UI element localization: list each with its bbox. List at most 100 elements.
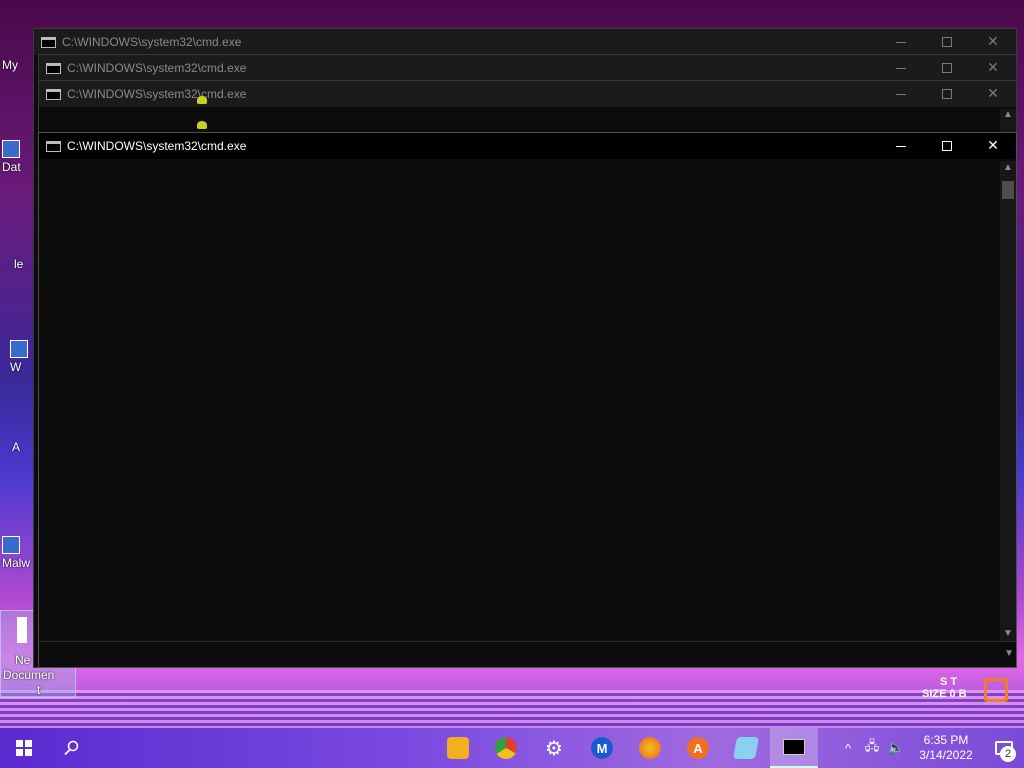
window-title: C:\WINDOWS\system32\cmd.exe bbox=[67, 87, 247, 101]
firefox-icon bbox=[639, 737, 661, 759]
console-output[interactable] bbox=[39, 161, 1000, 641]
status-line-1: S T bbox=[940, 676, 958, 688]
close-icon: ✕ bbox=[987, 138, 999, 154]
avast-icon: A bbox=[687, 737, 709, 759]
close-button[interactable]: ✕ bbox=[970, 55, 1016, 81]
window-title: C:\WINDOWS\system32\cmd.exe bbox=[67, 61, 247, 75]
close-button[interactable]: ✕ bbox=[970, 133, 1016, 159]
minimize-icon bbox=[896, 67, 906, 69]
cursor-marker-icon bbox=[197, 121, 207, 129]
network-icon[interactable]: 🖧 bbox=[860, 737, 884, 759]
desktop-icon-w[interactable]: W bbox=[10, 340, 28, 374]
scroll-up-arrow[interactable]: ▲ bbox=[1000, 109, 1016, 133]
search-icon bbox=[64, 740, 79, 756]
malwarebytes-icon: M bbox=[591, 737, 613, 759]
close-button[interactable]: ✕ bbox=[970, 29, 1016, 55]
titlebar[interactable]: C:\WINDOWS\system32\cmd.exe ✕ bbox=[34, 29, 1016, 55]
minimize-icon bbox=[896, 41, 906, 43]
maximize-button[interactable] bbox=[924, 55, 970, 81]
cmd-icon bbox=[46, 140, 61, 152]
file-explorer-icon bbox=[447, 737, 469, 759]
maximize-icon bbox=[942, 63, 952, 73]
notifications-button[interactable]: 2 bbox=[984, 728, 1024, 768]
status-line-2: SIZE 0 B bbox=[922, 688, 967, 700]
file-icon bbox=[2, 536, 20, 554]
desktop-icon-label: Dat bbox=[2, 160, 21, 174]
chevron-up-icon[interactable]: ^ bbox=[836, 741, 860, 756]
scroll-down-icon[interactable]: ▼ bbox=[1000, 627, 1016, 641]
desktop-icon-malw[interactable]: Malw bbox=[2, 536, 30, 570]
close-icon: ✕ bbox=[987, 86, 999, 102]
maximize-button[interactable] bbox=[924, 133, 970, 159]
document-icon bbox=[17, 617, 27, 643]
taskbar-file-explorer[interactable] bbox=[434, 728, 482, 768]
cmd-icon bbox=[46, 62, 61, 74]
scroll-thumb[interactable] bbox=[1002, 181, 1014, 199]
maximize-button[interactable] bbox=[924, 29, 970, 55]
windows-logo-icon bbox=[16, 740, 32, 756]
titlebar[interactable]: C:\WINDOWS\system32\cmd.exe ✕ bbox=[39, 133, 1016, 159]
desktop-icon-label: My bbox=[2, 58, 18, 72]
desktop-icon-label: W bbox=[10, 360, 22, 374]
maximize-icon bbox=[942, 89, 952, 99]
close-icon: ✕ bbox=[987, 34, 999, 50]
cmd-icon bbox=[46, 88, 61, 100]
minimize-button[interactable] bbox=[878, 55, 924, 81]
desktop-icon-a[interactable]: A bbox=[12, 440, 20, 454]
search-button[interactable] bbox=[48, 728, 96, 768]
desktop-icon-label: t bbox=[37, 683, 41, 697]
file-icon bbox=[2, 140, 20, 158]
scroll-down-icon[interactable]: ▼ bbox=[1004, 648, 1014, 659]
window-title: C:\WINDOWS\system32\cmd.exe bbox=[62, 35, 242, 49]
close-button[interactable]: ✕ bbox=[970, 81, 1016, 107]
minimize-button[interactable] bbox=[878, 81, 924, 107]
settings-icon: ⚙ bbox=[545, 737, 563, 760]
clock-time: 6:35 PM bbox=[923, 733, 969, 747]
taskbar-chrome[interactable] bbox=[482, 728, 530, 768]
taskbar-notepad[interactable] bbox=[722, 728, 770, 768]
vertical-scrollbar[interactable]: ▲ ▼ bbox=[1000, 161, 1016, 641]
cmd-icon bbox=[783, 739, 805, 755]
minimize-button[interactable] bbox=[878, 133, 924, 159]
taskbar-malwarebytes[interactable]: M bbox=[578, 728, 626, 768]
cursor-marker-icon bbox=[197, 96, 207, 104]
avast-status-icon bbox=[984, 678, 1008, 702]
desktop-icon-label: Malw bbox=[2, 556, 31, 570]
notepad-icon bbox=[733, 737, 759, 759]
chrome-icon bbox=[495, 737, 517, 759]
volume-icon[interactable]: 🔈 bbox=[884, 740, 908, 756]
desktop-icon-my[interactable]: My bbox=[2, 58, 18, 72]
desktop-icon-le[interactable]: le bbox=[14, 257, 23, 271]
taskbar-settings[interactable]: ⚙ bbox=[530, 728, 578, 768]
horizontal-bar: ▼ bbox=[39, 641, 1016, 667]
file-icon bbox=[10, 340, 28, 358]
wallpaper-wave bbox=[0, 690, 1024, 730]
taskbar-avast[interactable]: A bbox=[674, 728, 722, 768]
desktop-icon-label: A bbox=[12, 440, 21, 454]
cmd-icon bbox=[41, 36, 56, 48]
system-tray: ^ 🖧 🔈 6:35 PM 3/14/2022 2 bbox=[836, 728, 1024, 768]
minimize-icon bbox=[896, 93, 906, 95]
clock[interactable]: 6:35 PM 3/14/2022 bbox=[908, 733, 984, 763]
desktop-icon-label: Documen bbox=[3, 668, 55, 682]
close-icon: ✕ bbox=[987, 60, 999, 76]
clock-date: 3/14/2022 bbox=[919, 748, 973, 762]
maximize-icon bbox=[942, 141, 952, 151]
maximize-button[interactable] bbox=[924, 81, 970, 107]
desktop-icon-label: le bbox=[14, 257, 24, 271]
scroll-up-icon[interactable]: ▲ bbox=[1000, 161, 1016, 175]
cmd-window-active[interactable]: C:\WINDOWS\system32\cmd.exe ✕ ▲ ▼ ▼ bbox=[38, 132, 1017, 668]
minimize-icon bbox=[896, 145, 906, 147]
minimize-button[interactable] bbox=[878, 29, 924, 55]
titlebar[interactable]: C:\WINDOWS\system32\cmd.exe ✕ bbox=[39, 55, 1016, 81]
desktop-icon-label: Ne bbox=[15, 653, 31, 667]
notification-count: 2 bbox=[1000, 746, 1016, 762]
maximize-icon bbox=[942, 37, 952, 47]
taskbar-firefox[interactable] bbox=[626, 728, 674, 768]
titlebar[interactable]: C:\WINDOWS\system32\cmd.exe ✕ bbox=[39, 81, 1016, 107]
taskbar: ⚙ M A ^ 🖧 🔈 6:35 PM 3/14/2022 2 bbox=[0, 728, 1024, 768]
taskbar-cmd[interactable] bbox=[770, 728, 818, 768]
window-title: C:\WINDOWS\system32\cmd.exe bbox=[67, 139, 247, 153]
start-button[interactable] bbox=[0, 728, 48, 768]
desktop-icon-dat[interactable]: Dat bbox=[2, 140, 21, 174]
